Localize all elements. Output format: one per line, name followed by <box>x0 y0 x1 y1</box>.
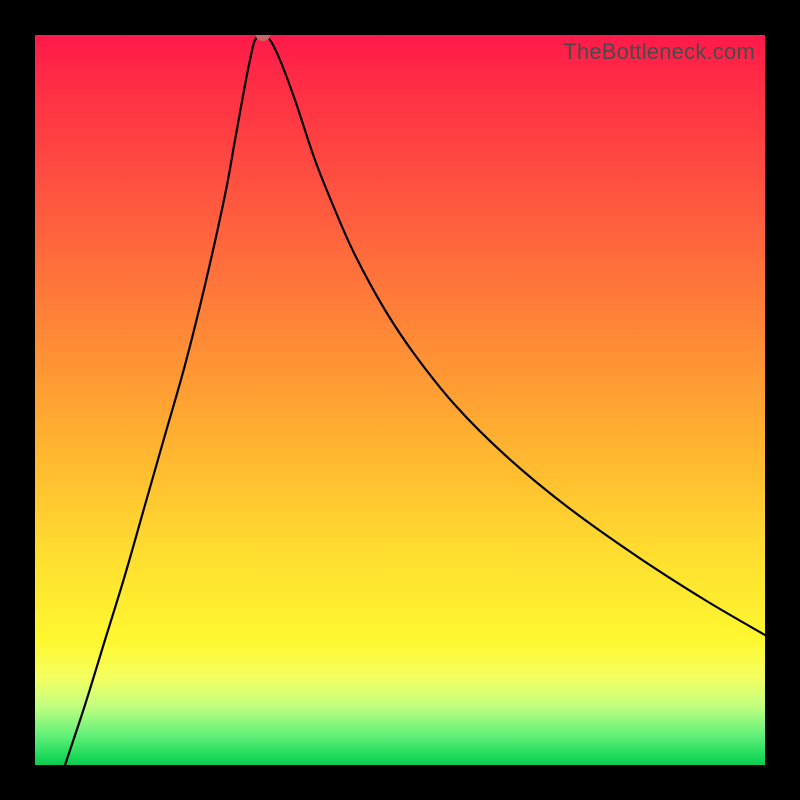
curve-path <box>65 35 765 765</box>
bottleneck-curve <box>35 35 765 765</box>
plot-area: TheBottleneck.com <box>35 35 765 765</box>
watermark-text: TheBottleneck.com <box>563 39 755 65</box>
chart-frame: TheBottleneck.com <box>0 0 800 800</box>
